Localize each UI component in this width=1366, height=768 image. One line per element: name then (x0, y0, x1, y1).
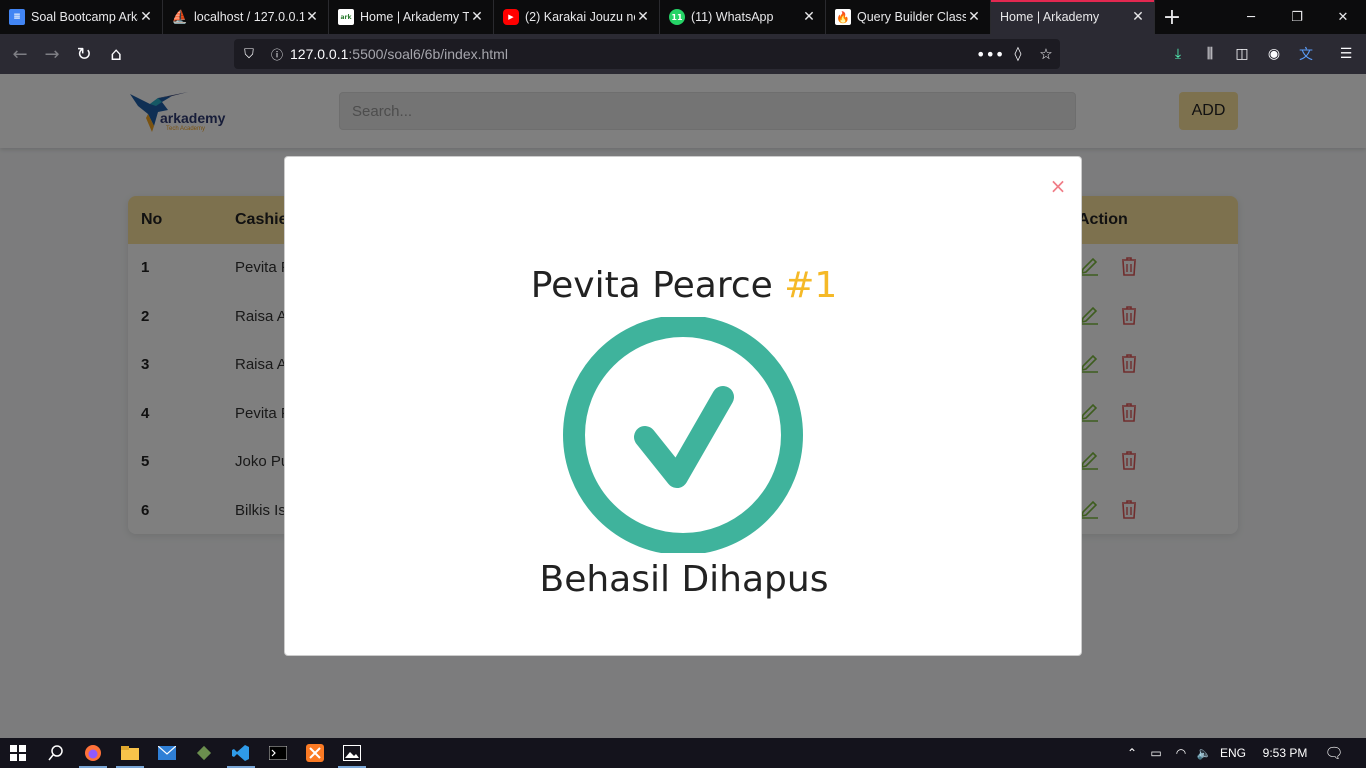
git-icon[interactable] (186, 738, 222, 768)
vscode-icon[interactable] (223, 738, 259, 768)
tab-title: (11) WhatsApp (691, 10, 774, 24)
close-tab-icon[interactable]: ✕ (1130, 9, 1146, 25)
search-icon[interactable] (38, 738, 74, 768)
browser-tab[interactable]: 🔥 Query Builder Class ✕ (826, 0, 991, 34)
library-icon[interactable]: ⫼ (1196, 40, 1224, 68)
close-tab-icon[interactable]: ✕ (469, 9, 485, 25)
deleted-name: Pevita Pearce (530, 265, 773, 306)
show-hidden-icons-icon[interactable]: ⌃ (1122, 738, 1142, 768)
url-path: :5500/soal6/6b/index.html (348, 46, 508, 62)
language-indicator[interactable]: ENG (1216, 738, 1250, 768)
close-tab-icon[interactable]: ✕ (138, 9, 154, 25)
terminal-icon[interactable] (260, 738, 296, 768)
shield-icon[interactable]: ⛉ (234, 47, 264, 62)
youtube-icon: ▶ (503, 9, 519, 25)
browser-tab[interactable]: ⛵ localhost / 127.0.0.1 ✕ (163, 0, 329, 34)
volume-icon[interactable]: 🔈 (1194, 738, 1214, 768)
close-tab-icon[interactable]: ✕ (304, 9, 320, 25)
close-tab-icon[interactable]: ✕ (966, 9, 982, 25)
tab-title: Query Builder Class (857, 10, 966, 24)
windows-taskbar: ⌃ ▭ ◠ 🔈 ENG 9:53 PM 🗨 (0, 738, 1366, 768)
close-tab-icon[interactable]: ✕ (635, 9, 651, 25)
downloads-icon[interactable]: ⤓ (1164, 40, 1192, 68)
restore-button[interactable]: ❐ (1274, 0, 1320, 34)
menu-icon[interactable]: ☰ (1332, 40, 1360, 68)
url-bar[interactable]: ⛉ ⓘ 127.0.0.1 :5500/soal6/6b/index.html … (234, 39, 1060, 69)
new-tab-button[interactable]: + (1155, 0, 1189, 34)
mail-icon[interactable] (149, 738, 185, 768)
back-button[interactable]: ← (6, 40, 34, 68)
close-modal-button[interactable]: × (1049, 175, 1067, 197)
wifi-icon[interactable]: ◠ (1170, 738, 1192, 768)
account-icon[interactable]: ◉ (1260, 40, 1288, 68)
whatsapp-icon: 11 (669, 9, 685, 25)
home-button[interactable]: ⌂ (102, 40, 130, 68)
reload-button[interactable]: ↻ (70, 40, 98, 68)
url-host: 127.0.0.1 (290, 46, 349, 62)
windows-start-icon[interactable] (0, 738, 36, 768)
bookmark-star-icon[interactable]: ☆ (1032, 45, 1060, 63)
battery-icon[interactable]: ▭ (1146, 738, 1166, 768)
modal-title: Pevita Pearce #1 (285, 265, 1083, 306)
close-window-button[interactable]: ✕ (1320, 0, 1366, 34)
xampp-icon[interactable] (297, 738, 333, 768)
browser-tab[interactable]: ▶ (2) Karakai Jouzu no ✕ (494, 0, 660, 34)
minimize-button[interactable]: ─ (1228, 0, 1274, 34)
browser-tab-strip: ≡ Soal Bootcamp Arkademy ✕ ⛵ localhost /… (0, 0, 1366, 34)
tab-title: localhost / 127.0.0.1 (194, 10, 304, 24)
tab-title: Soal Bootcamp Arkademy (31, 10, 138, 24)
checkmark-circle-icon (563, 317, 803, 553)
tab-title: Home | Arkademy (1000, 10, 1100, 24)
browser-tab-active[interactable]: Home | Arkademy ✕ (991, 0, 1155, 34)
close-tab-icon[interactable]: ✕ (801, 9, 817, 25)
translate-icon[interactable]: 文 (1292, 40, 1320, 68)
tab-title: Home | Arkademy Tech (360, 10, 469, 24)
browser-tab[interactable]: ark Home | Arkademy Tech ✕ (329, 0, 494, 34)
photos-icon[interactable] (334, 738, 370, 768)
firefox-icon[interactable] (75, 738, 111, 768)
browser-tab[interactable]: ≡ Soal Bootcamp Arkademy ✕ (0, 0, 163, 34)
phpmyadmin-icon: ⛵ (171, 9, 189, 25)
site-info-icon[interactable]: ⓘ (264, 46, 290, 63)
clock[interactable]: 9:53 PM (1254, 738, 1316, 768)
more-actions-icon[interactable]: ••• (976, 45, 1004, 64)
delete-success-modal: × Pevita Pearce #1 Behasil Dihapus (284, 156, 1082, 656)
notifications-icon[interactable]: 🗨 (1322, 738, 1346, 768)
arkademy-icon: ark (338, 9, 354, 25)
page-viewport: arkademy Tech Academy ADD No Cashier Act… (0, 74, 1366, 738)
forward-button[interactable]: → (38, 40, 66, 68)
pocket-icon[interactable]: ◊ (1004, 46, 1032, 62)
codeigniter-icon: 🔥 (835, 9, 851, 25)
sidebar-icon[interactable]: ◫ (1228, 40, 1256, 68)
file-explorer-icon[interactable] (112, 738, 148, 768)
navigation-toolbar: ← → ↻ ⌂ ⛉ ⓘ 127.0.0.1 :5500/soal6/6b/ind… (0, 34, 1366, 74)
browser-tab[interactable]: 11 (11) WhatsApp ✕ (660, 0, 826, 34)
deleted-number: #1 (784, 265, 838, 306)
tab-title: (2) Karakai Jouzu no (525, 10, 635, 24)
docs-icon: ≡ (9, 9, 25, 25)
modal-message: Behasil Dihapus (539, 559, 829, 600)
